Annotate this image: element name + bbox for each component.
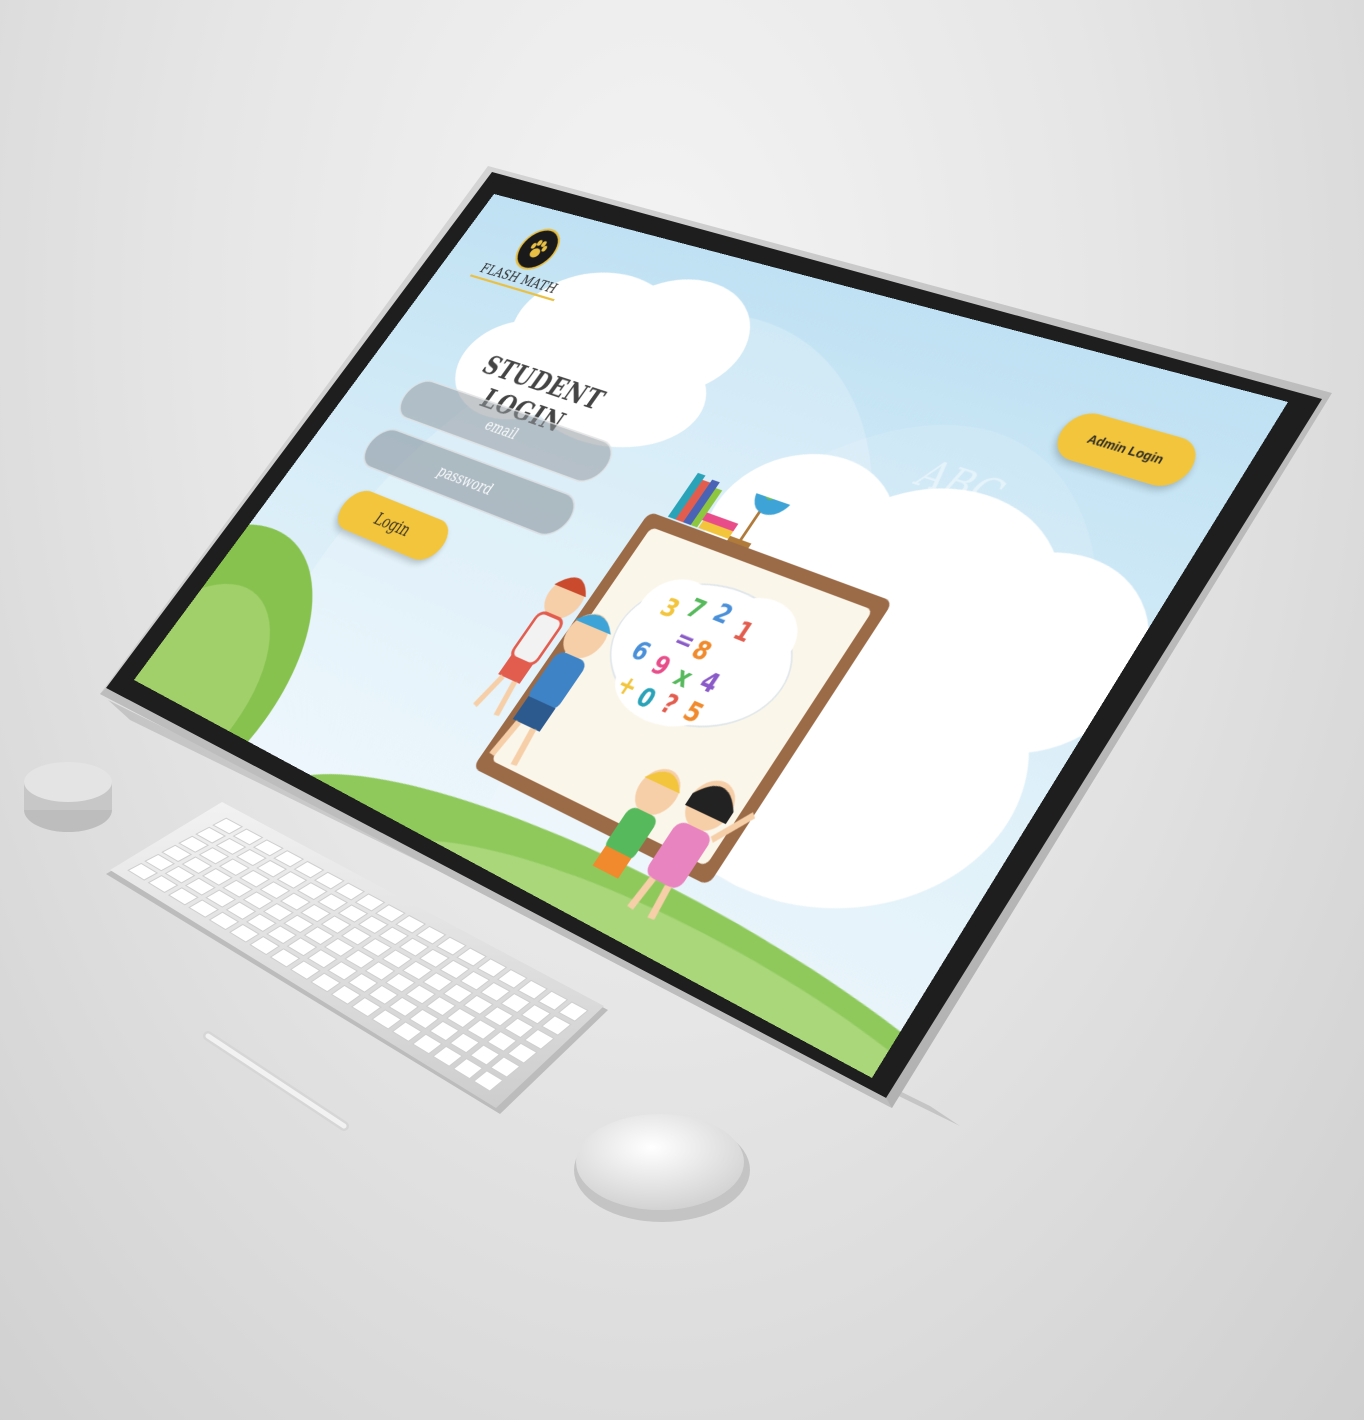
paw-icon xyxy=(509,226,567,272)
speaker xyxy=(24,762,112,832)
stylus-pen xyxy=(203,1031,349,1131)
admin-login-button[interactable]: Admin Login xyxy=(1047,407,1207,493)
logo-text: FLASH MATH xyxy=(469,259,566,302)
desk-scene: FLASH MATH STUDENT LOGIN Login Admin Log… xyxy=(0,0,1364,1420)
mouse xyxy=(574,1114,750,1222)
